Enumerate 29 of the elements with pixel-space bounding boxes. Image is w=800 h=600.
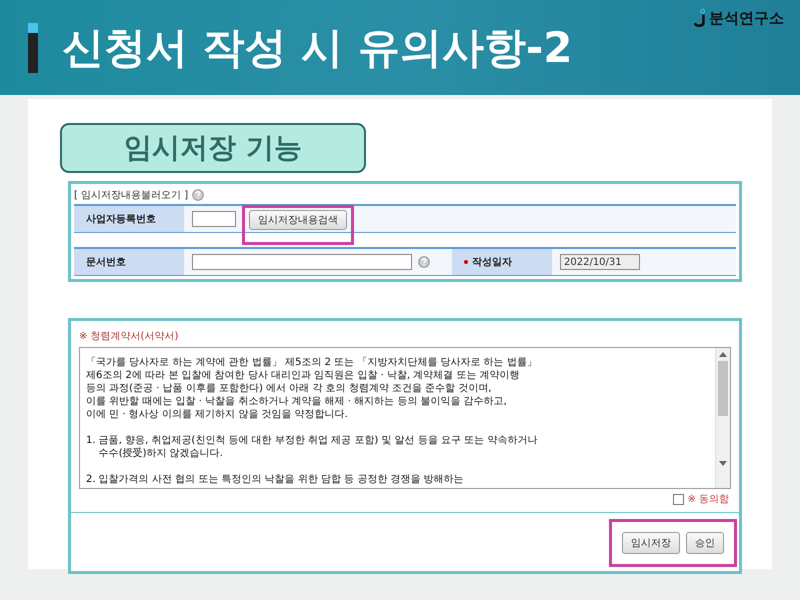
pledge-text-line: 이를 위반할 때에는 입찰 · 낙찰을 취소하거나 계약을 해제 · 해지하는 등의 불이익을 감수하고, — [86, 395, 508, 408]
document-number-field[interactable] — [192, 254, 412, 270]
panel-caption: [ 임시저장내용불러오기 ] — [74, 189, 188, 202]
pledge-text-area[interactable] — [79, 347, 731, 489]
search-button[interactable]: 임시저장내용검색 — [249, 210, 347, 230]
action-button[interactable]: 승인 — [686, 532, 724, 554]
pledge-text-line: 1. 금품, 향응, 취업제공(친인척 등에 대한 부정한 취업 제공 포함) 및 알선 등을 요구 또는 약속하거나 — [86, 434, 538, 447]
field-label: 문서번호 — [74, 249, 184, 275]
help-icon[interactable] — [418, 256, 430, 268]
agree-label: ※ 동의함 — [687, 493, 729, 506]
pledge-text-line: 2. 입찰가격의 사전 협의 또는 특정인의 낙찰을 위한 담합 등 공정한 경쟁을 방해하는 — [86, 473, 465, 486]
pledge-title: ※ 청렴계약서(서약서) — [78, 330, 180, 344]
pledge-text-line: 수수(授受)하지 않겠습니다. — [98, 447, 224, 460]
title-bar-icon — [28, 22, 38, 72]
logo-text: 분석연구소 — [709, 8, 784, 28]
agree-checkbox[interactable] — [673, 494, 684, 504]
business-number-field[interactable] — [192, 211, 236, 227]
pledge-text-line: 제6조의 2에 따라 본 입찰에 참여한 당사 대리인과 임직원은 입찰 · 낙찰, 계약체결 또는 계약이행 — [86, 369, 521, 382]
logo-icon — [694, 8, 706, 28]
pledge-text-line: 등의 과정(준공 · 납품 이후를 포함한다) 에서 아래 각 호의 청렴계약 조건을 준수할 것이며, — [86, 382, 492, 395]
action-button[interactable]: 임시저장 — [622, 532, 680, 554]
pledge-text-line: 이에 민 · 형사상 이의를 제기하지 않을 것임을 약정합니다. — [86, 408, 349, 421]
section-label: 임시저장 기능 — [60, 123, 366, 173]
scrollbar[interactable] — [715, 348, 730, 488]
pledge-text-line: 「국가를 당사자로 하는 계약에 관한 법률」 제5조의 2 또는 「지방자치단체를 당사자로 하는 법률」 — [86, 356, 538, 369]
slide-title: 신청서 작성 시 유의사항-2 — [62, 22, 573, 74]
date-label: 작성일자 — [472, 256, 512, 269]
field-label: 사업자등록번호 — [74, 206, 184, 232]
help-icon[interactable] — [192, 189, 204, 201]
